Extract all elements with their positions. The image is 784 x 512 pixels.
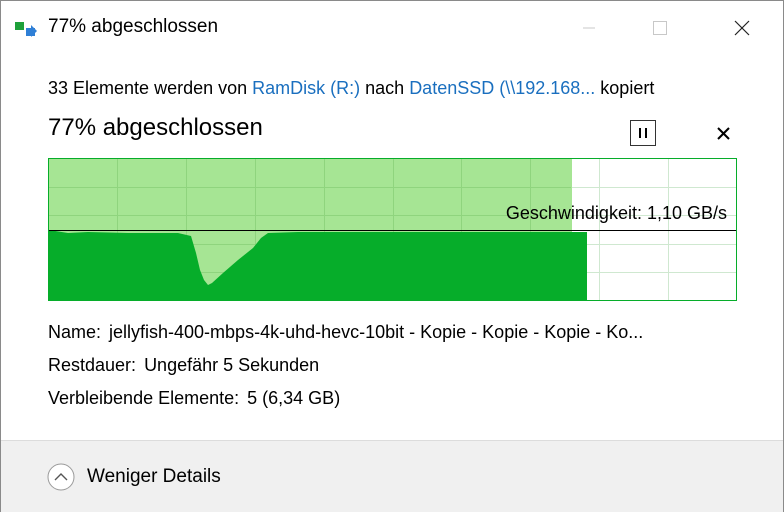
close-icon xyxy=(734,20,750,36)
summary-prefix: 33 Elemente werden von xyxy=(48,78,253,98)
summary-middle: nach xyxy=(360,78,410,98)
name-value: jellyfish-400-mbps-4k-uhd-hevc-10bit - K… xyxy=(109,322,644,342)
speed-history-area xyxy=(49,230,587,301)
remaining-items-row: Verbleibende Elemente: 5 (6,34 GB) xyxy=(48,388,340,409)
remaining-items-label: Verbleibende Elemente: xyxy=(48,388,240,408)
chevron-up-icon xyxy=(47,463,75,491)
pause-button[interactable] xyxy=(630,120,656,146)
speed-graph: Geschwindigkeit: 1,10 GB/s xyxy=(48,158,737,301)
title-bar[interactable]: 77% abgeschlossen xyxy=(1,1,783,55)
destination-link[interactable]: DatenSSD (\\192.168... xyxy=(409,78,595,98)
source-link[interactable]: RamDisk (R:) xyxy=(252,78,360,98)
summary-suffix: kopiert xyxy=(595,78,655,98)
dialog-footer: Weniger Details xyxy=(1,440,783,512)
cancel-icon xyxy=(716,126,730,140)
pause-icon xyxy=(639,128,647,138)
cancel-button[interactable] xyxy=(711,120,735,146)
remaining-items-value: 5 (6,34 GB) xyxy=(247,388,341,408)
close-window-button[interactable] xyxy=(719,1,765,55)
name-row: Name: jellyfish-400-mbps-4k-uhd-hevc-10bi… xyxy=(48,322,643,343)
maximize-button[interactable] xyxy=(637,1,683,55)
remaining-time-row: Restdauer: Ungefähr 5 Sekunden xyxy=(48,355,319,376)
progress-heading: 77% abgeschlossen xyxy=(48,114,263,141)
speed-label: Geschwindigkeit: 1,10 GB/s xyxy=(506,203,727,223)
copy-summary: 33 Elemente werden von RamDisk (R:) nach… xyxy=(48,78,654,99)
remaining-time-label: Restdauer: xyxy=(48,355,137,375)
minimize-button[interactable] xyxy=(566,1,612,55)
minimize-icon xyxy=(583,27,595,29)
remaining-time-value: Ungefähr 5 Sekunden xyxy=(144,355,320,375)
less-details-label: Weniger Details xyxy=(87,466,221,487)
less-details-button[interactable]: Weniger Details xyxy=(47,463,221,491)
copy-transfer-icon xyxy=(15,22,37,37)
maximize-icon xyxy=(653,21,667,35)
name-label: Name: xyxy=(48,322,102,342)
copy-dialog-window: 77% abgeschlossen 33 Elemente werden von… xyxy=(0,0,784,512)
window-title: 77% abgeschlossen xyxy=(48,16,219,37)
